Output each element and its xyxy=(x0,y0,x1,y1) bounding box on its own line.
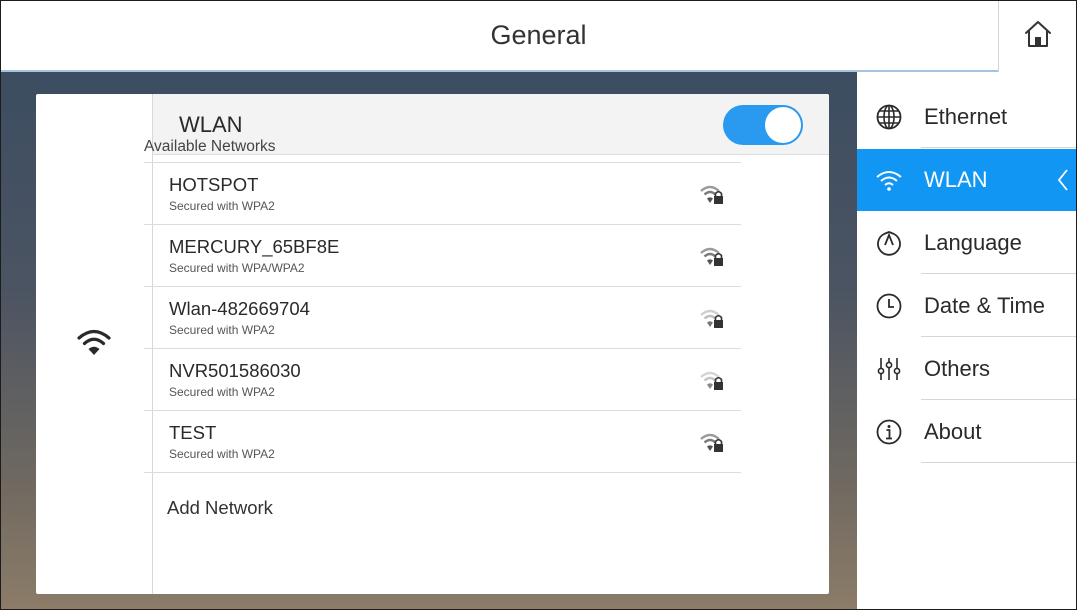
network-name: TEST xyxy=(169,422,217,443)
wifi-icon xyxy=(77,328,111,361)
sidebar-item-about[interactable]: About xyxy=(857,401,1076,463)
network-security: Secured with WPA2 xyxy=(169,447,275,461)
home-icon xyxy=(1023,19,1053,54)
main-background: WLAN Available Networks HOTSPOT Secured … xyxy=(1,72,857,609)
sidebar-item-language[interactable]: Language xyxy=(857,212,1076,274)
wifi-lock-icon xyxy=(698,244,726,268)
wifi-lock-icon xyxy=(698,430,726,454)
network-item-nvr[interactable]: NVR501586030 Secured with WPA2 xyxy=(144,349,741,411)
panel-icon-column xyxy=(36,94,153,594)
network-item-wlan[interactable]: Wlan-482669704 Secured with WPA2 xyxy=(144,287,741,349)
app-window: General WLAN Available Networks HOTSPOT … xyxy=(0,0,1077,610)
sidebar-item-ethernet[interactable]: Ethernet xyxy=(857,86,1076,148)
chevron-left-icon xyxy=(1056,167,1070,193)
sidebar-item-label: Others xyxy=(924,356,991,381)
divider xyxy=(921,336,1076,337)
language-icon xyxy=(874,228,904,258)
wlan-toggle[interactable] xyxy=(723,105,803,145)
sidebar-item-others[interactable]: Others xyxy=(857,338,1076,400)
network-name: HOTSPOT xyxy=(169,174,259,195)
sidebar-item-label: Ethernet xyxy=(924,104,1008,129)
network-name: MERCURY_65BF8E xyxy=(169,236,340,257)
sidebar-item-date-time[interactable]: Date & Time xyxy=(857,275,1076,337)
network-item-hotspot[interactable]: HOTSPOT Secured with WPA2 xyxy=(144,163,741,225)
clock-icon xyxy=(874,291,904,321)
divider xyxy=(921,273,1076,274)
wifi-lock-icon xyxy=(698,368,726,392)
divider xyxy=(921,462,1076,463)
sidebar-item-label: About xyxy=(924,419,982,444)
page-title: General xyxy=(490,20,587,50)
globe-icon xyxy=(874,102,904,132)
network-security: Secured with WPA/WPA2 xyxy=(169,261,305,275)
network-list: HOTSPOT Secured with WPA2 MERCURY_65BF8E… xyxy=(144,162,741,473)
wifi-lock-icon xyxy=(698,306,726,330)
network-name: Wlan-482669704 xyxy=(169,298,310,319)
sidebar-item-wlan[interactable]: WLAN xyxy=(857,149,1076,211)
info-icon xyxy=(874,417,904,447)
add-network-button[interactable]: Add Network xyxy=(167,497,273,519)
sliders-icon xyxy=(874,354,904,384)
available-networks-label: Available Networks xyxy=(144,138,276,155)
sidebar-item-label: Language xyxy=(924,230,1022,255)
wifi-lock-icon xyxy=(698,182,726,206)
divider xyxy=(921,147,1076,148)
header-bar: General xyxy=(1,1,1076,72)
toggle-knob xyxy=(765,107,801,143)
sidebar-item-label: WLAN xyxy=(924,167,988,192)
home-button[interactable] xyxy=(998,1,1076,72)
network-security: Secured with WPA2 xyxy=(169,323,275,337)
network-security: Secured with WPA2 xyxy=(169,385,275,399)
wifi-icon xyxy=(874,165,904,195)
network-item-test[interactable]: TEST Secured with WPA2 xyxy=(144,411,741,473)
network-security: Secured with WPA2 xyxy=(169,199,275,213)
network-item-mercury[interactable]: MERCURY_65BF8E Secured with WPA/WPA2 xyxy=(144,225,741,287)
network-name: NVR501586030 xyxy=(169,360,301,381)
divider xyxy=(921,399,1076,400)
sidebar-item-label: Date & Time xyxy=(924,293,1046,318)
